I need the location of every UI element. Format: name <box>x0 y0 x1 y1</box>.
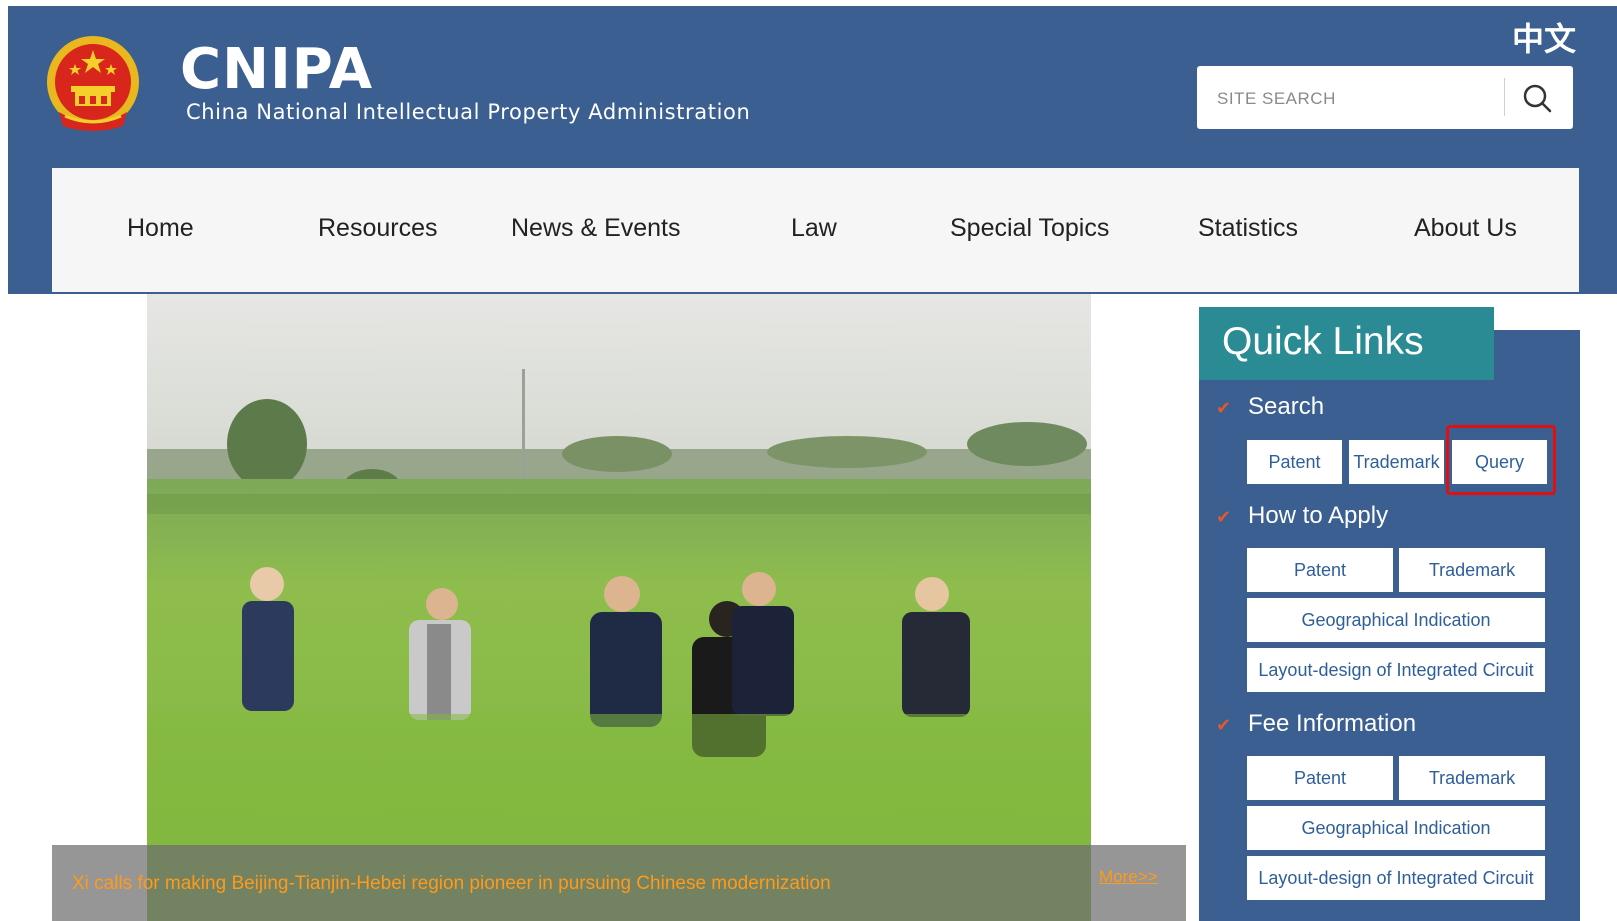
section-how-to-apply-title: How to Apply <box>1248 502 1389 529</box>
checkmark-icon: ✔ <box>1216 398 1232 418</box>
site-logo-title[interactable]: CNIPA <box>180 40 373 100</box>
apply-patent-button[interactable]: Patent <box>1247 548 1393 592</box>
nav-item-resources[interactable]: Resources <box>318 214 438 243</box>
site-search-box <box>1197 66 1573 129</box>
national-emblem-icon[interactable] <box>45 34 141 134</box>
search-input[interactable] <box>1215 82 1499 116</box>
language-toggle[interactable]: 中文 <box>1512 14 1576 60</box>
section-fee-information-title: Fee Information <box>1248 710 1417 737</box>
fee-layout-design-button[interactable]: Layout-design of Integrated Circuit <box>1247 856 1545 900</box>
fee-patent-button[interactable]: Patent <box>1247 756 1393 800</box>
apply-geographical-indication-button[interactable]: Geographical Indication <box>1247 598 1545 642</box>
hero-caption[interactable]: Xi calls for making Beijing-Tianjin-Hebe… <box>72 873 831 895</box>
section-how-to-apply: ✔ How to Apply <box>1216 502 1388 530</box>
query-highlight-box <box>1446 425 1556 495</box>
fee-trademark-button[interactable]: Trademark <box>1399 756 1545 800</box>
apply-trademark-button[interactable]: Trademark <box>1399 548 1545 592</box>
nav-item-home[interactable]: Home <box>127 214 194 243</box>
quick-links-title: Quick Links <box>1222 320 1424 363</box>
search-patent-button[interactable]: Patent <box>1247 440 1342 484</box>
checkmark-icon: ✔ <box>1216 715 1232 735</box>
nav-item-law[interactable]: Law <box>791 214 837 243</box>
more-link[interactable]: More>> <box>1099 867 1158 887</box>
section-search-title: Search <box>1248 393 1325 420</box>
search-divider <box>1504 78 1505 116</box>
apply-layout-design-button[interactable]: Layout-design of Integrated Circuit <box>1247 648 1545 692</box>
search-icon[interactable] <box>1515 78 1559 118</box>
nav-item-special-topics[interactable]: Special Topics <box>950 214 1109 243</box>
nav-item-statistics[interactable]: Statistics <box>1198 214 1298 243</box>
site-logo-subtitle: China National Intellectual Property Adm… <box>186 100 751 124</box>
main-nav: Home Resources News & Events Law Special… <box>52 168 1579 292</box>
hero-photo[interactable] <box>147 294 1091 921</box>
section-search: ✔ Search <box>1216 393 1324 421</box>
nav-item-news-events[interactable]: News & Events <box>511 214 681 243</box>
search-trademark-button[interactable]: Trademark <box>1349 440 1444 484</box>
nav-item-about-us[interactable]: About Us <box>1414 214 1517 243</box>
checkmark-icon: ✔ <box>1216 507 1232 527</box>
section-fee-information: ✔ Fee Information <box>1216 710 1416 738</box>
fee-geographical-indication-button[interactable]: Geographical Indication <box>1247 806 1545 850</box>
